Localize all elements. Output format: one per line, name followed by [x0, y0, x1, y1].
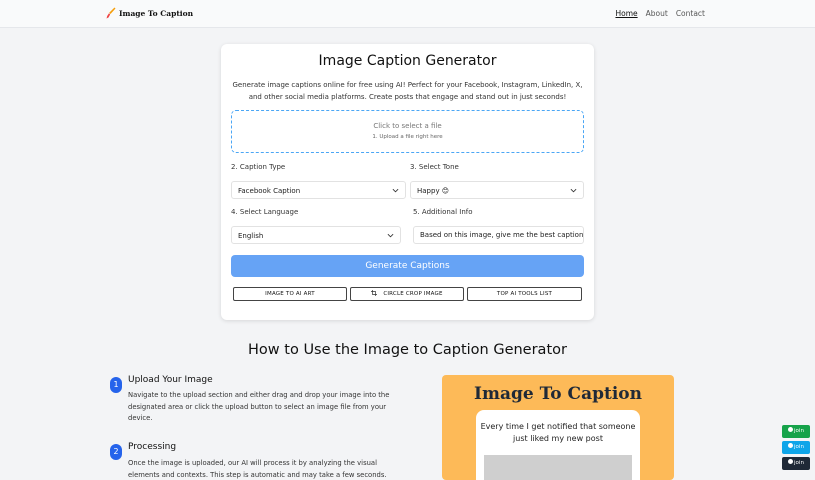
nav-links: Home About Contact: [615, 9, 705, 18]
caption-generator-card: Image Caption Generator Generate image c…: [221, 44, 594, 320]
nav-link-home[interactable]: Home: [615, 9, 637, 18]
additional-info-label: 5. Additional Info: [413, 208, 473, 216]
language-value: English: [238, 232, 264, 240]
language-label: 4. Select Language: [231, 208, 299, 216]
step-title: Upload Your Image: [128, 375, 213, 385]
logo-text: Image To Caption: [119, 8, 194, 18]
tone-select[interactable]: Happy 😊: [410, 181, 584, 199]
tone-label: 3. Select Tone: [410, 163, 459, 171]
page-description: Generate image captions online for free …: [232, 81, 583, 101]
top-ai-tools-list-label: TOP AI TOOLS LIST: [496, 291, 553, 297]
join-label: join: [794, 428, 804, 434]
join-label: join: [794, 444, 804, 450]
file-dropzone[interactable]: Click to select a file 1. Upload a file …: [231, 110, 584, 153]
language-select[interactable]: English: [231, 226, 401, 244]
image-to-ai-art-label: IMAGE TO AI ART: [265, 291, 315, 297]
preview-title: Image To Caption: [474, 384, 642, 404]
dropzone-title: Click to select a file: [373, 122, 442, 130]
nav-link-contact[interactable]: Contact: [676, 9, 705, 18]
example-preview: Image To Caption Every time I get notifi…: [442, 375, 674, 480]
howto-title: How to Use the Image to Caption Generato…: [248, 342, 567, 358]
caption-type-label: 2. Caption Type: [231, 163, 286, 171]
additional-info-input[interactable]: Based on this image, give me the best ca…: [413, 226, 584, 244]
step-description: Once the image is uploaded, our AI will …: [128, 459, 387, 479]
page-title: Image Caption Generator: [318, 53, 497, 69]
chevron-down-icon: [387, 233, 394, 238]
telegram-icon: [788, 443, 794, 448]
logo[interactable]: Image To Caption: [106, 7, 193, 19]
top-ai-tools-list-button[interactable]: TOP AI TOOLS LIST: [467, 287, 582, 301]
preview-image: [484, 455, 632, 480]
image-to-ai-art-button[interactable]: IMAGE TO AI ART: [233, 287, 347, 301]
facebook-icon: [788, 459, 794, 464]
step-description: Navigate to the upload section and eithe…: [128, 391, 390, 422]
circle-crop-image-button[interactable]: CIRCLE CROP IMAGE: [350, 287, 464, 301]
whatsapp-join-button[interactable]: join: [782, 425, 810, 438]
step-number-badge: 2: [110, 444, 122, 460]
nav-link-about[interactable]: About: [646, 9, 668, 18]
caption-type-value: Facebook Caption: [238, 187, 301, 195]
chevron-down-icon: [392, 188, 399, 193]
step-number-badge: 1: [110, 377, 122, 393]
preview-card: Every time I get notified that someone j…: [476, 410, 640, 480]
facebook-join-button[interactable]: join: [782, 457, 810, 470]
navbar: Image To Caption Home About Contact: [0, 0, 815, 28]
tone-value: Happy 😊: [417, 187, 450, 195]
whatsapp-icon: [788, 427, 794, 432]
generate-captions-button[interactable]: Generate Captions: [231, 255, 584, 277]
dropzone-subtitle: 1. Upload a file right here: [372, 134, 443, 140]
telegram-join-button[interactable]: join: [782, 441, 810, 454]
crop-icon: [371, 290, 378, 296]
chevron-down-icon: [570, 188, 577, 193]
circle-crop-image-label: CIRCLE CROP IMAGE: [383, 291, 443, 297]
caption-type-select[interactable]: Facebook Caption: [231, 181, 406, 199]
step-title: Processing: [128, 442, 177, 452]
preview-caption: Every time I get notified that someone j…: [480, 422, 636, 443]
join-label: join: [794, 460, 804, 466]
brush-icon: [106, 7, 116, 19]
